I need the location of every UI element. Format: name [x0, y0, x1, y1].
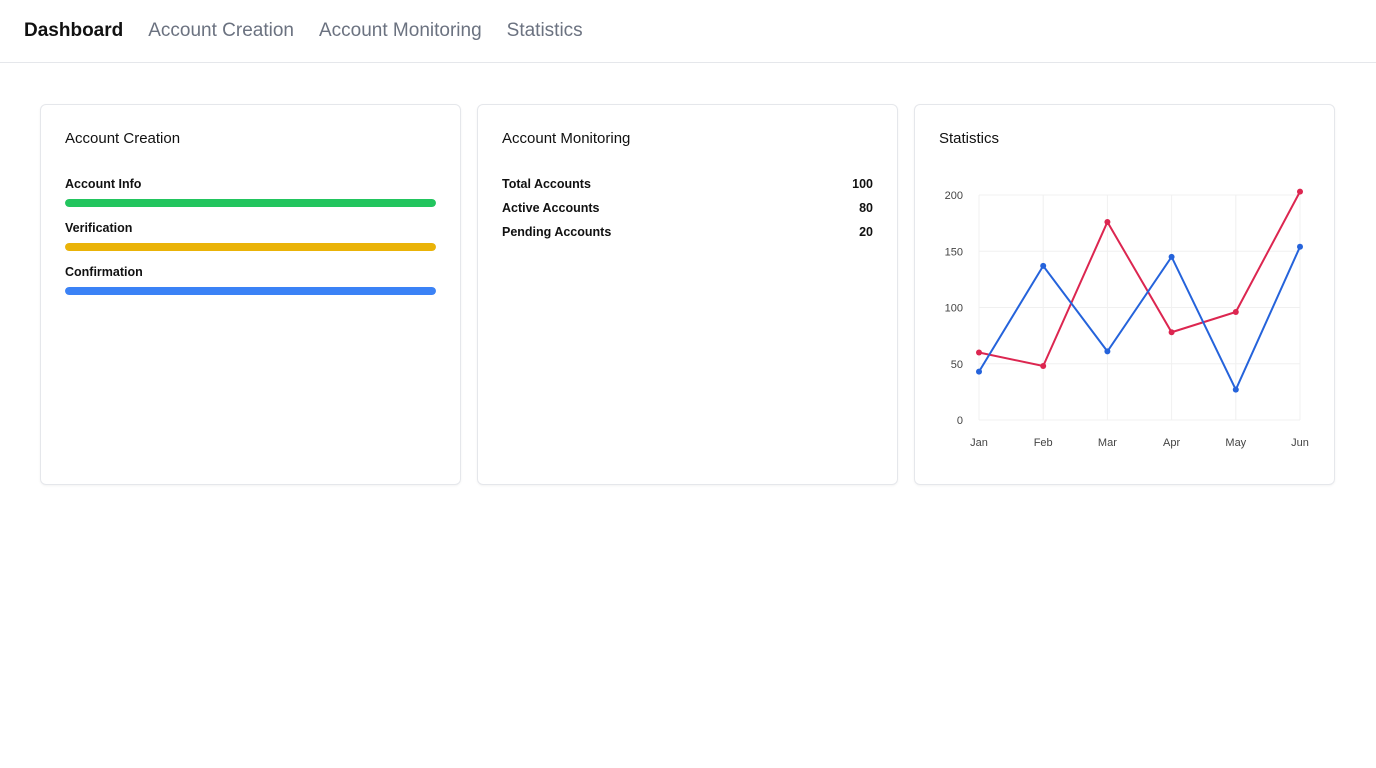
y-tick-label: 50 — [951, 359, 963, 371]
account-creation-card: Account Creation Account Info Verificati… — [40, 104, 461, 485]
x-tick-label: Jun — [1291, 437, 1309, 449]
progress-label: Confirmation — [65, 265, 143, 279]
data-point — [1168, 253, 1175, 260]
progress-fill — [65, 199, 436, 207]
stat-value: 20 — [859, 225, 873, 239]
y-tick-label: 0 — [957, 415, 963, 427]
stat-value: 100 — [852, 177, 873, 191]
data-point — [1232, 309, 1239, 315]
data-point — [1104, 348, 1111, 355]
stat-row-pending: Pending Accounts 20 — [502, 225, 873, 240]
stat-label: Total Accounts — [502, 177, 591, 191]
x-tick-label: Jan — [970, 437, 988, 449]
x-tick-label: Mar — [1098, 437, 1117, 449]
data-point — [1232, 386, 1239, 393]
y-tick-label: 200 — [945, 190, 963, 202]
account-monitoring-card: Account Monitoring Total Accounts 100 Ac… — [477, 104, 898, 485]
stat-row-active: Active Accounts 80 — [502, 201, 873, 216]
progress-label: Verification — [65, 221, 133, 235]
stat-value: 80 — [859, 201, 873, 215]
x-tick-label: Apr — [1163, 437, 1180, 449]
progress-item-confirmation: Confirmation — [65, 265, 436, 295]
line-chart-container: 0 50 100 150 200 Jan Feb Mar Apr May Jun — [915, 175, 1334, 480]
data-point — [976, 349, 982, 356]
stat-label: Active Accounts — [502, 201, 600, 215]
progress-fill — [65, 287, 436, 295]
x-tick-label: May — [1225, 437, 1246, 449]
top-navigation: Dashboard Account Creation Account Monit… — [0, 0, 1376, 63]
stat-row-total: Total Accounts 100 — [502, 177, 873, 192]
y-tick-label: 100 — [945, 303, 963, 315]
nav-account-creation[interactable]: Account Creation — [148, 20, 294, 42]
nav-statistics[interactable]: Statistics — [507, 20, 583, 42]
progress-fill — [65, 243, 436, 251]
data-point — [1168, 329, 1175, 336]
card-title: Account Monitoring — [502, 130, 631, 147]
data-point — [976, 368, 982, 375]
progress-track — [65, 199, 436, 207]
progress-label: Account Info — [65, 177, 142, 191]
card-title: Statistics — [939, 130, 1000, 147]
data-point — [1297, 188, 1303, 195]
line-chart: 0 50 100 150 200 Jan Feb Mar Apr May Jun — [945, 188, 1309, 449]
progress-track — [65, 243, 436, 251]
data-point — [1040, 363, 1047, 369]
progress-item-account-info: Account Info — [65, 177, 436, 207]
x-tick-label: Feb — [1034, 437, 1053, 449]
progress-item-verification: Verification — [65, 221, 436, 251]
data-point — [1104, 219, 1111, 225]
statistics-card: Statistics 0 50 100 150 200 Jan Feb Mar Apr May Ju… — [914, 104, 1335, 485]
stat-label: Pending Accounts — [502, 225, 612, 239]
progress-track — [65, 287, 436, 295]
nav-account-monitoring[interactable]: Account Monitoring — [319, 20, 482, 42]
data-point — [1040, 262, 1047, 269]
series-line — [978, 191, 1301, 368]
y-tick-label: 150 — [945, 246, 963, 258]
nav-dashboard[interactable]: Dashboard — [24, 20, 123, 42]
data-point — [1297, 243, 1303, 250]
series-line — [978, 246, 1301, 392]
dashboard-cards: Account Creation Account Info Verificati… — [40, 104, 1335, 485]
card-title: Account Creation — [65, 130, 181, 147]
